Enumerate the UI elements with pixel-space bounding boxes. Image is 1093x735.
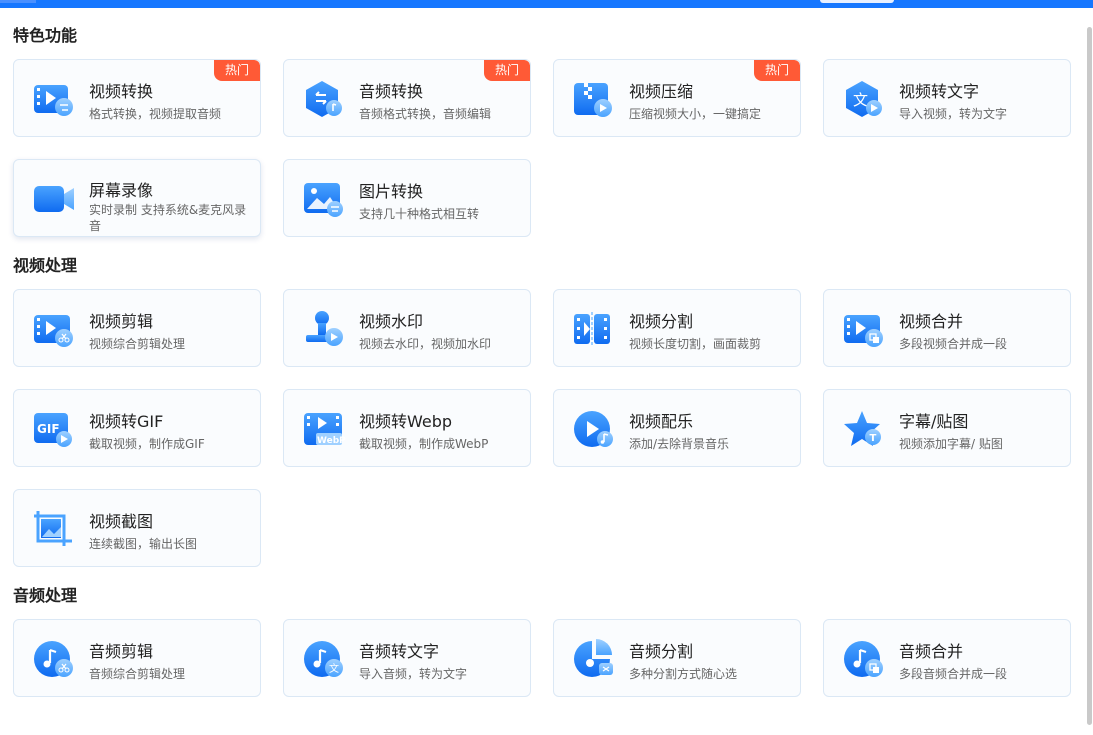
card-title: 字幕/贴图 — [899, 412, 969, 431]
video-to-text-icon: 文 — [846, 81, 882, 117]
video-screenshot-icon — [34, 511, 72, 546]
card-audio-convert[interactable]: 音频转换 音频格式转换，音频编辑 热门 — [283, 59, 531, 137]
card-title: 视频转文字 — [899, 82, 980, 101]
video-to-gif-icon: GIF — [34, 413, 72, 447]
card-title: 视频配乐 — [629, 412, 694, 431]
card-video-merge[interactable]: 视频合并 多段视频合并成一段 — [823, 289, 1071, 367]
card-title: 音频转换 — [359, 82, 424, 101]
hot-badge: 热门 — [754, 60, 800, 81]
card-desc: 视频添加字幕/ 贴图 — [899, 437, 1003, 451]
video-edit-icon — [34, 315, 73, 347]
top-tab-indicator[interactable] — [820, 0, 894, 3]
subtitle-sticker-icon: T — [844, 411, 881, 446]
card-title: 视频分割 — [629, 312, 694, 331]
card-video-screenshot[interactable]: 视频截图 连续截图，输出长图 — [13, 489, 261, 567]
card-title: 视频水印 — [359, 312, 424, 331]
card-video-convert[interactable]: 视频转换 格式转换，视频提取音频 热门 — [13, 59, 261, 137]
image-convert-icon — [304, 183, 343, 217]
section-title-audio: 音频处理 — [13, 586, 78, 605]
card-video-music[interactable]: 视频配乐 添加/去除背景音乐 — [553, 389, 801, 467]
card-audio-split[interactable]: 音频分割 多种分割方式随心选 — [553, 619, 801, 697]
video-split-icon — [574, 312, 610, 346]
card-desc: 截取视频，制作成WebP — [359, 437, 489, 451]
card-desc: 导入视频，转为文字 — [899, 107, 1008, 121]
card-title: 音频分割 — [629, 642, 694, 661]
video-convert-icon — [34, 85, 73, 116]
card-desc: 多种分割方式随心选 — [629, 667, 738, 681]
card-desc: 添加/去除背景音乐 — [629, 437, 730, 451]
section-title-featured: 特色功能 — [13, 26, 78, 45]
card-desc: 导入音频，转为文字 — [359, 667, 468, 681]
card-screen-record[interactable]: 屏幕录像 实时录制 支持系统&麦克风录音 — [13, 159, 261, 237]
card-desc: 多段音频合并成一段 — [899, 667, 1008, 681]
svg-text:文: 文 — [329, 662, 339, 675]
video-merge-icon — [844, 315, 883, 347]
card-desc: 多段视频合并成一段 — [899, 337, 1008, 351]
card-title: 视频剪辑 — [89, 312, 154, 331]
card-title: 屏幕录像 — [89, 181, 154, 200]
card-title: 图片转换 — [359, 182, 424, 201]
card-title: 音频剪辑 — [89, 642, 154, 661]
card-subtitle-sticker[interactable]: T 字幕/贴图 视频添加字幕/ 贴图 — [823, 389, 1071, 467]
card-desc: 实时录制 支持系统&麦克风录音 — [89, 203, 247, 233]
card-desc: 音频格式转换，音频编辑 — [359, 107, 492, 121]
window-control[interactable] — [0, 0, 36, 3]
card-title: 视频转Webp — [359, 412, 453, 431]
card-desc: 视频长度切割，画面裁剪 — [629, 337, 762, 351]
card-audio-merge[interactable]: 音频合并 多段音频合并成一段 — [823, 619, 1071, 697]
card-desc: 连续截图，输出长图 — [89, 537, 198, 551]
section-title-video: 视频处理 — [13, 256, 78, 275]
screen-record-icon — [34, 186, 74, 212]
scrollbar-thumb[interactable] — [1087, 27, 1092, 725]
card-video-compress[interactable]: 视频压缩 压缩视频大小，一键搞定 热门 — [553, 59, 801, 137]
card-desc: 支持几十种格式相互转 — [359, 207, 480, 221]
video-music-icon — [574, 411, 613, 447]
card-title: 视频合并 — [899, 312, 964, 331]
top-bar — [0, 0, 1093, 8]
card-video-edit[interactable]: 视频剪辑 视频综合剪辑处理 — [13, 289, 261, 367]
audio-edit-icon — [34, 641, 73, 677]
card-desc: 音频综合剪辑处理 — [89, 667, 186, 681]
audio-merge-icon — [844, 641, 883, 677]
card-desc: 视频综合剪辑处理 — [89, 337, 186, 351]
audio-split-icon — [574, 639, 613, 677]
card-audio-to-text[interactable]: 文 音频转文字 导入音频，转为文字 — [283, 619, 531, 697]
video-compress-icon — [574, 83, 612, 117]
card-desc: 格式转换，视频提取音频 — [89, 107, 222, 121]
hot-badge: 热门 — [214, 60, 260, 81]
card-video-to-gif[interactable]: GIF 视频转GIF 截取视频，制作成GIF — [13, 389, 261, 467]
card-desc: 压缩视频大小，一键搞定 — [629, 107, 762, 121]
svg-text:WebP: WebP — [317, 436, 346, 446]
card-title: 视频压缩 — [629, 82, 694, 101]
card-title: 视频转换 — [89, 82, 154, 101]
scrollbar[interactable] — [1085, 8, 1093, 735]
svg-text:文: 文 — [853, 91, 868, 109]
card-desc: 截取视频，制作成GIF — [89, 437, 205, 451]
card-desc: 视频去水印，视频加水印 — [359, 337, 492, 351]
card-audio-edit[interactable]: 音频剪辑 音频综合剪辑处理 — [13, 619, 261, 697]
svg-text:T: T — [870, 433, 877, 444]
video-to-webp-icon: WebP — [304, 413, 346, 446]
card-video-to-webp[interactable]: WebP 视频转Webp 截取视频，制作成WebP — [283, 389, 531, 467]
card-title: 音频转文字 — [359, 642, 440, 661]
card-title: 视频截图 — [89, 512, 154, 531]
card-video-watermark[interactable]: 视频水印 视频去水印，视频加水印 — [283, 289, 531, 367]
svg-text:GIF: GIF — [37, 422, 60, 436]
hot-badge: 热门 — [484, 60, 530, 81]
video-watermark-icon — [306, 311, 343, 346]
card-image-convert[interactable]: 图片转换 支持几十种格式相互转 — [283, 159, 531, 237]
card-video-split[interactable]: 视频分割 视频长度切割，画面裁剪 — [553, 289, 801, 367]
audio-to-text-icon: 文 — [304, 641, 343, 677]
card-title: 视频转GIF — [89, 412, 164, 431]
card-title: 音频合并 — [899, 642, 964, 661]
card-video-to-text[interactable]: 文 视频转文字 导入视频，转为文字 — [823, 59, 1071, 137]
audio-convert-icon — [306, 81, 342, 117]
